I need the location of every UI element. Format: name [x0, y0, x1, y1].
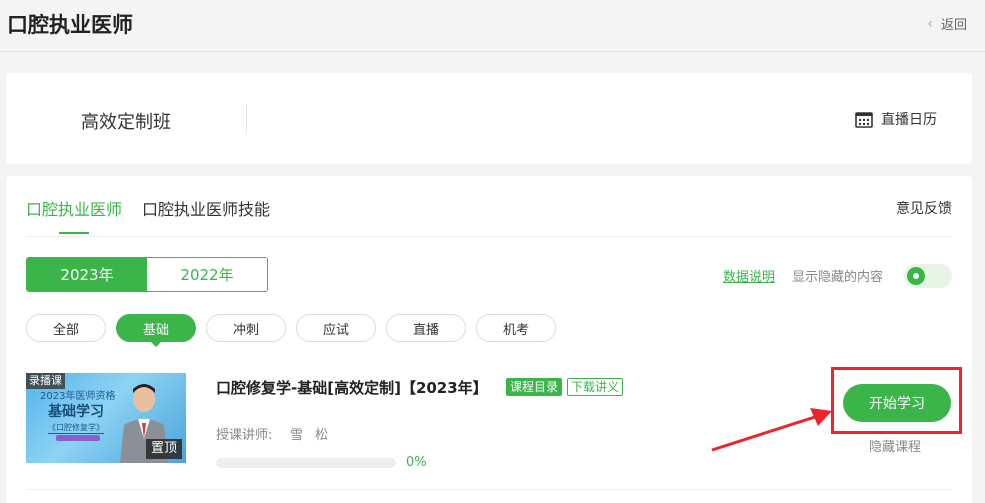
- filter-computer-exam[interactable]: 机考: [476, 314, 556, 342]
- hide-course-link[interactable]: 隐藏课程: [869, 436, 921, 455]
- recorded-course-tag: 录播课: [26, 373, 65, 389]
- thumb-line2: 基础学习: [48, 404, 104, 420]
- pinned-badge: 置顶: [145, 439, 182, 459]
- thumb-line3: 《口腔修复学》: [48, 423, 104, 434]
- class-card: 高效定制班 直播日历: [6, 73, 972, 164]
- filter-exam[interactable]: 应试: [296, 314, 376, 342]
- progress-percent: 0%: [406, 455, 427, 470]
- course-title[interactable]: 口腔修复学-基础[高效定制]【2023年】: [216, 377, 488, 398]
- show-hidden-toggle[interactable]: [904, 264, 952, 288]
- calendar-icon: [855, 111, 873, 128]
- show-hidden-label: 显示隐藏的内容: [792, 270, 884, 285]
- year-selector: 2023年 2022年: [26, 257, 268, 292]
- year-2022-button[interactable]: 2022年: [147, 258, 267, 291]
- filter-sprint[interactable]: 冲刺: [206, 314, 286, 342]
- class-name[interactable]: 高效定制班: [81, 108, 171, 134]
- start-learning-button[interactable]: 开始学习: [843, 384, 951, 422]
- divider: [26, 489, 952, 490]
- filter-live[interactable]: 直播: [386, 314, 466, 342]
- progress-bar: [216, 458, 396, 468]
- page-title: 口腔执业医师: [7, 13, 133, 37]
- subject-tabs: 口腔执业医师 口腔执业医师技能: [26, 196, 270, 234]
- divider: [26, 236, 952, 237]
- filter-basic[interactable]: 基础: [116, 314, 196, 347]
- year-2023-button[interactable]: 2023年: [27, 258, 147, 291]
- download-notes-button[interactable]: 下载讲义: [567, 378, 624, 396]
- filter-all[interactable]: 全部: [26, 314, 106, 342]
- category-filters: 全部 基础 冲刺 应试 直播 机考: [26, 314, 556, 347]
- tab-oral-physician[interactable]: 口腔执业医师: [26, 196, 122, 234]
- data-description-link[interactable]: 数据说明: [723, 266, 775, 285]
- tab-oral-physician-skills[interactable]: 口腔执业医师技能: [142, 196, 270, 234]
- course-panel: 口腔执业医师 口腔执业医师技能 意见反馈 2023年 2022年 数据说明 显示…: [6, 176, 972, 503]
- back-link[interactable]: ‹ 返回: [927, 14, 967, 34]
- divider: [246, 103, 247, 133]
- red-arrow-annotation: [711, 408, 832, 452]
- chevron-left-icon: ‹: [927, 15, 933, 32]
- teacher-name: 雪松: [290, 428, 341, 443]
- top-bar: 口腔执业医师 ‹ 返回: [0, 0, 985, 52]
- live-calendar-button[interactable]: 直播日历: [855, 109, 937, 129]
- course-catalog-button[interactable]: 课程目录: [506, 378, 563, 396]
- course-thumbnail[interactable]: 2023年医师资格 基础学习 《口腔修复学》 录播课 置顶: [26, 373, 186, 463]
- teacher-label: 授课讲师:: [216, 428, 273, 443]
- thumb-bar: [56, 435, 100, 441]
- toggle-knob: [907, 267, 925, 285]
- feedback-link[interactable]: 意见反馈: [896, 198, 952, 218]
- toggle-dot: [913, 273, 919, 279]
- back-label: 返回: [940, 18, 967, 33]
- thumb-line1: 2023年医师资格: [40, 391, 116, 402]
- calendar-label: 直播日历: [881, 112, 937, 128]
